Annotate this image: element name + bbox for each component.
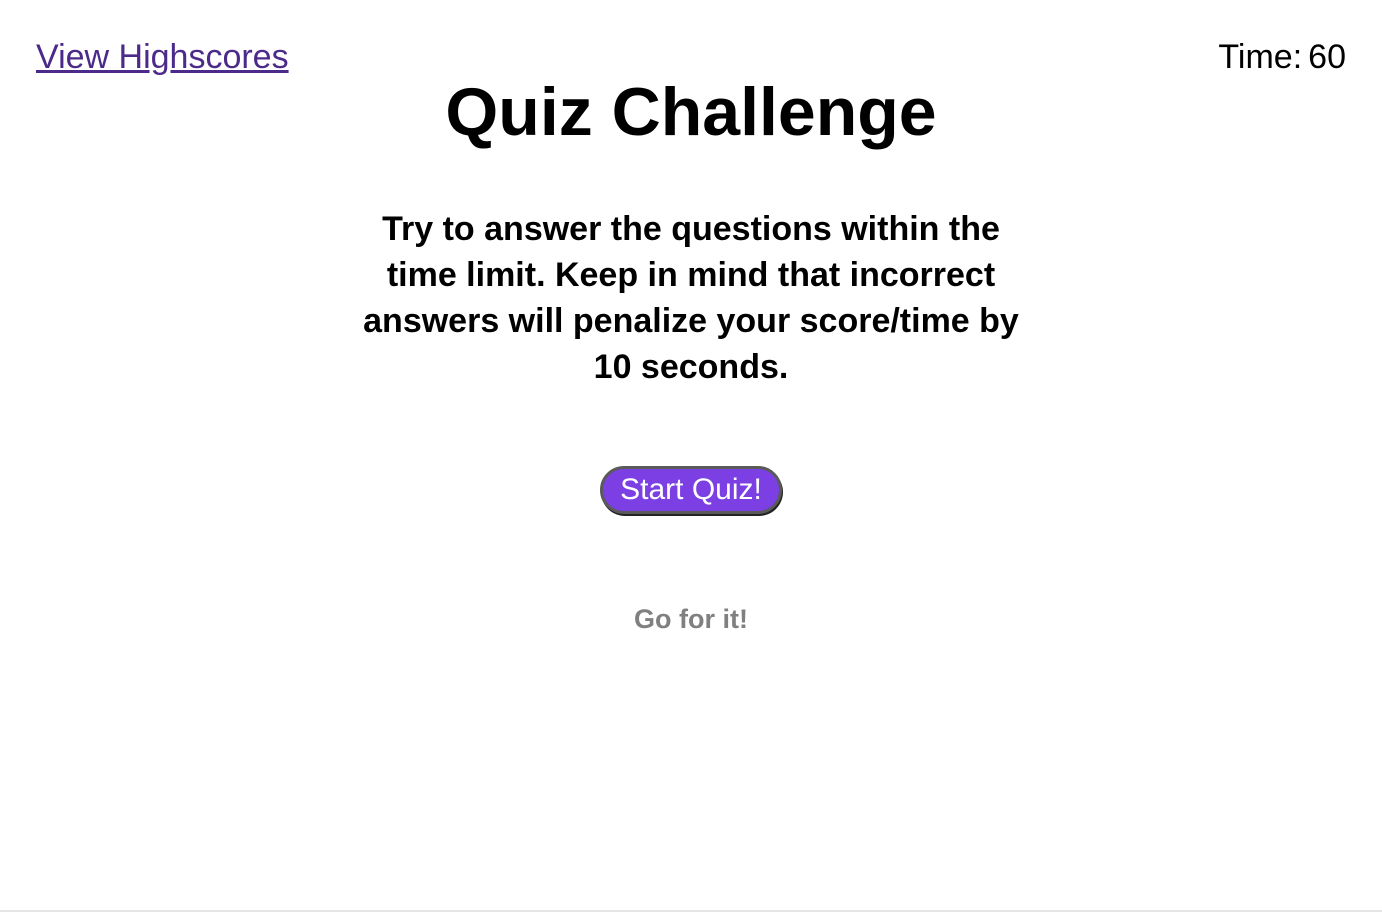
encouragement-message: Go for it!: [634, 604, 748, 634]
quiz-start-page: View Highscores Time: 60 Quiz Challenge T…: [0, 0, 1382, 912]
page-title: Quiz Challenge: [445, 74, 937, 150]
quiz-instructions: Try to answer the questions within the t…: [363, 210, 1019, 386]
timer-label: Time:: [1218, 38, 1303, 76]
start-quiz-button[interactable]: Start Quiz!: [600, 466, 782, 514]
timer-value: 60: [1308, 38, 1346, 76]
